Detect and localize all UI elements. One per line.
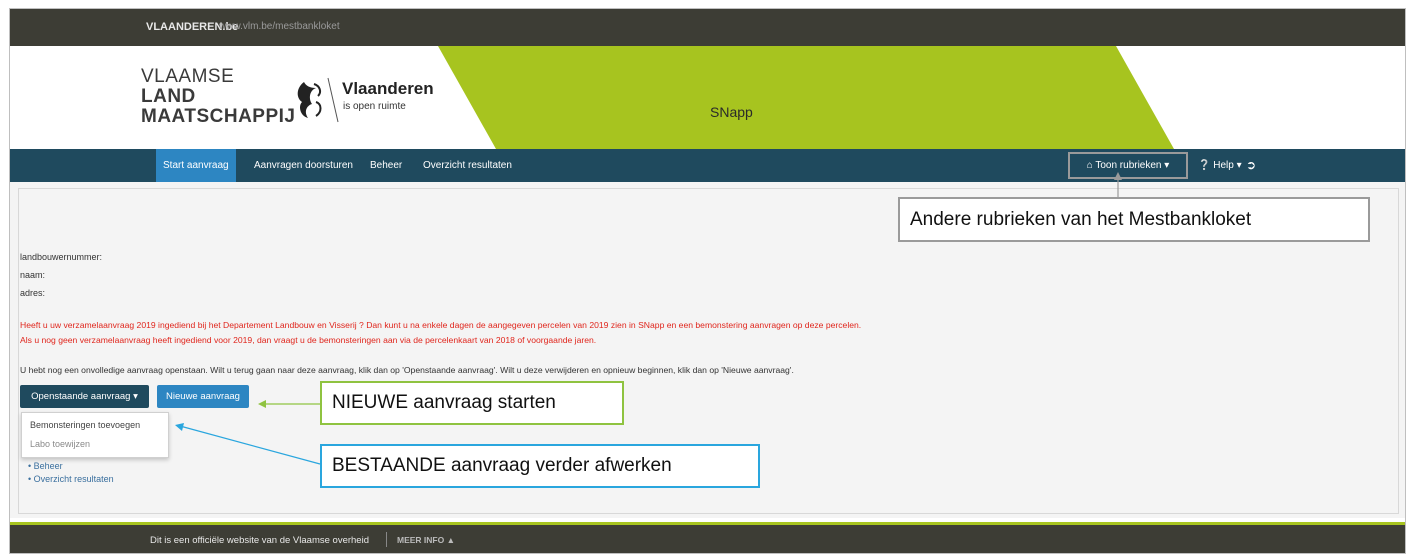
vlm-logo-line3: MAATSCHAPPIJ — [141, 106, 296, 127]
nav-beheer[interactable]: Beheer — [363, 149, 409, 182]
question-icon: ❔ — [1198, 160, 1211, 171]
meer-info-label: MEER INFO — [397, 535, 445, 545]
nieuwe-aanvraag-button[interactable]: Nieuwe aanvraag — [157, 385, 249, 408]
caret-down-icon: ▾ — [133, 391, 138, 402]
openstaande-aanvraag-label: Openstaande aanvraag — [31, 391, 131, 402]
callout-bestaande-aanvraag: BESTAANDE aanvraag verder afwerken — [320, 444, 760, 488]
site-header: VLAAMSE LAND MAATSCHAPPIJ Vlaanderen is … — [10, 46, 1405, 149]
link-beheer-label: Beheer — [33, 461, 63, 471]
toon-rubrieken-button[interactable]: ⌂ Toon rubrieken ▾ — [1068, 152, 1188, 179]
caret-down-icon: ▾ — [1164, 160, 1170, 171]
app-title: SNapp — [710, 104, 753, 120]
help-label: Help — [1213, 160, 1234, 171]
home-icon: ⌂ — [1086, 160, 1093, 171]
chevron-up-icon: ▲ — [446, 535, 456, 545]
field-adres: adres: — [20, 288, 46, 298]
field-naam: naam: — [20, 270, 46, 280]
help-menu[interactable]: ❔ Help ▾ — [1198, 149, 1242, 182]
callout-nieuwe-aanvraag: NIEUWE aanvraag starten — [320, 381, 624, 425]
dropdown-labo-toewijzen[interactable]: Labo toewijzen — [30, 439, 90, 449]
callout-rubrieken: Andere rubrieken van het Mestbankloket — [898, 197, 1370, 242]
logout-icon[interactable]: ➲ — [1246, 149, 1256, 182]
field-landbouwernummer: landbouwernummer: — [20, 252, 103, 262]
openstaande-aanvraag-dropdown: Bemonsteringen toevoegen Labo toewijzen — [21, 412, 169, 458]
nav-overzicht-resultaten[interactable]: Overzicht resultaten — [416, 149, 519, 182]
vlm-logo-line1: VLAAMSE — [141, 66, 235, 87]
nav-aanvragen-doorsturen[interactable]: Aanvragen doorsturen — [247, 149, 360, 182]
screenshot-frame: VLAANDEREN.be www.vlm.be/mestbankloket V… — [0, 0, 1413, 555]
link-overzicht-resultaten[interactable]: • Overzicht resultaten — [28, 474, 114, 484]
site-url[interactable]: www.vlm.be/mestbankloket — [219, 21, 340, 32]
nav-start-aanvraag[interactable]: Start aanvraag — [156, 149, 236, 182]
site-footer: Dit is een officiële website van de Vlaa… — [10, 522, 1405, 553]
toon-rubrieken-label: Toon rubrieken — [1095, 160, 1162, 171]
footer-official-text: Dit is een officiële website van de Vlaa… — [150, 535, 369, 546]
notice-line-1: Heeft u uw verzamelaanvraag 2019 ingedie… — [20, 320, 862, 330]
notice-line-2: Als u nog geen verzamelaanvraag heeft in… — [20, 335, 597, 345]
vlm-logo-line2: LAND — [141, 86, 196, 107]
vlaanderen-wordmark: Vlaanderen — [342, 79, 434, 98]
vlaanderen-tagline: is open ruimte — [343, 101, 406, 112]
incomplete-request-info: U hebt nog een onvolledige aanvraag open… — [20, 365, 794, 375]
gov-topbar: VLAANDEREN.be www.vlm.be/mestbankloket — [10, 9, 1405, 46]
caret-down-icon: ▾ — [1236, 160, 1242, 171]
dropdown-bemonsteringen-toevoegen[interactable]: Bemonsteringen toevoegen — [30, 420, 140, 430]
main-nav: Start aanvraag Aanvragen doorsturen Behe… — [10, 149, 1405, 182]
link-overzicht-label: Overzicht resultaten — [33, 474, 114, 484]
meer-info-link[interactable]: MEER INFO ▲ — [397, 535, 455, 545]
vlm-logo[interactable]: VLAAMSE LAND MAATSCHAPPIJ — [141, 67, 296, 127]
footer-divider — [386, 532, 387, 547]
openstaande-aanvraag-button[interactable]: Openstaande aanvraag ▾ — [20, 385, 149, 408]
link-beheer[interactable]: • Beheer — [28, 461, 63, 471]
